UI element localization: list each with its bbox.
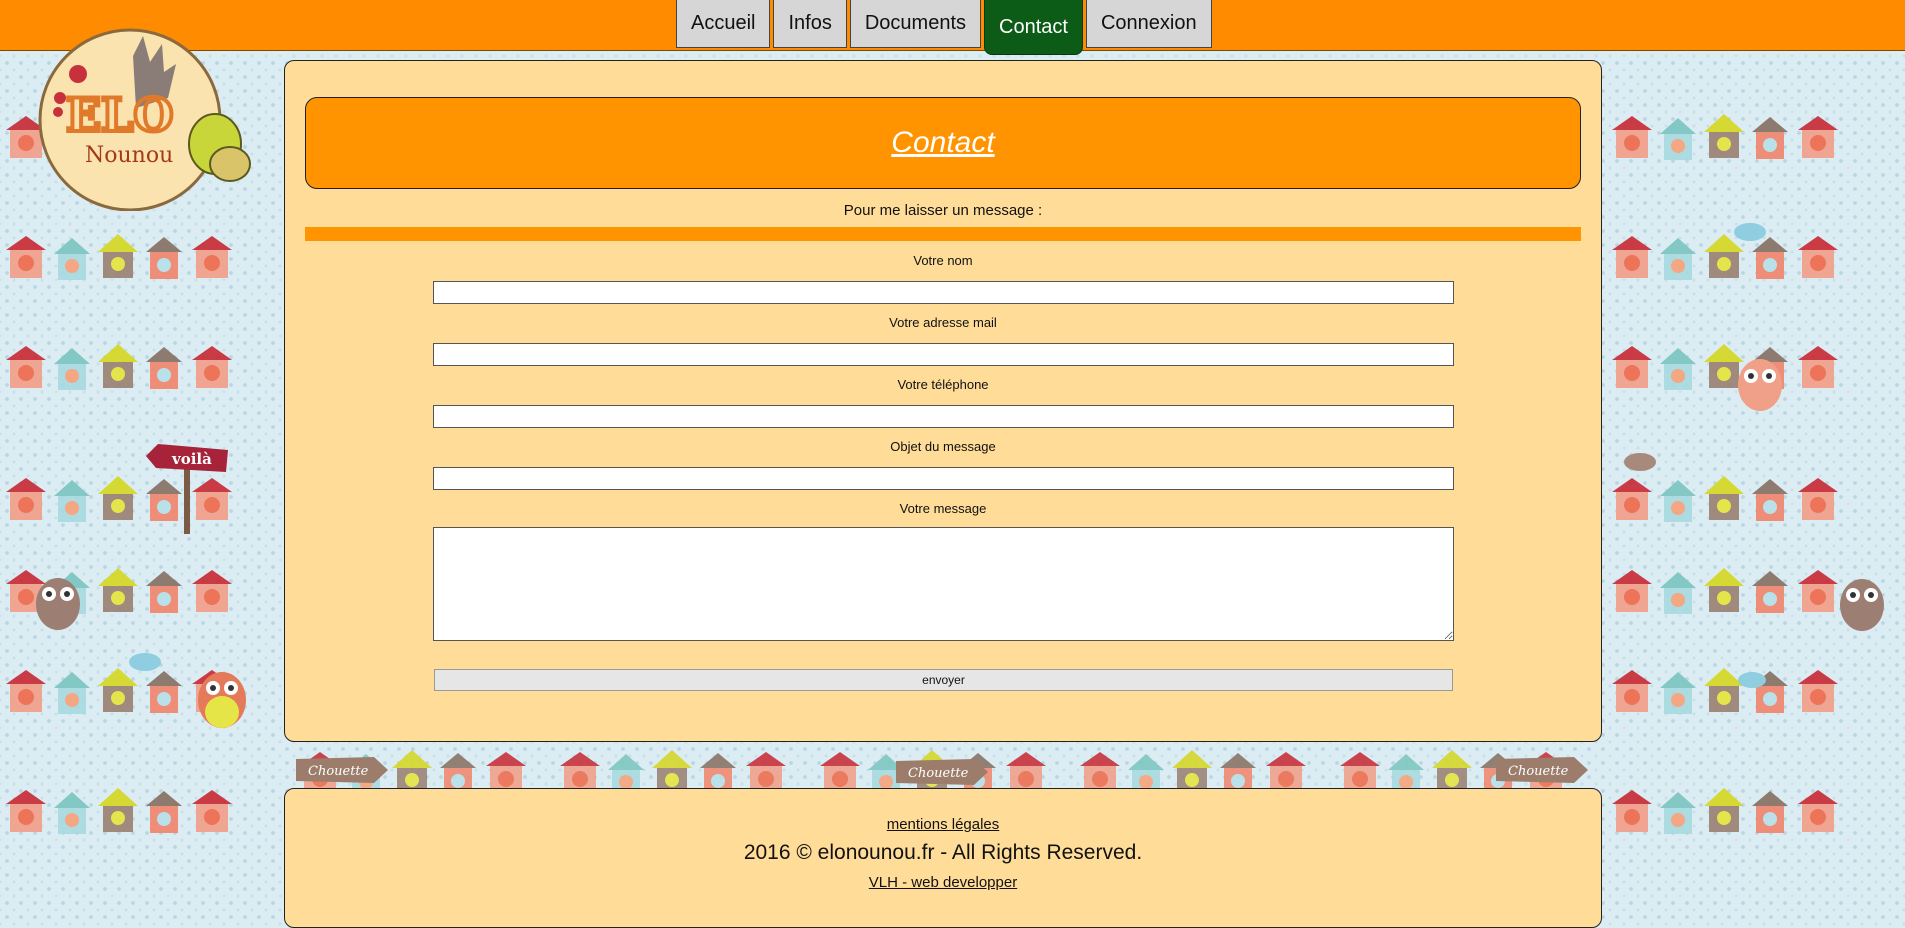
- message-textarea[interactable]: [433, 527, 1454, 641]
- page-title: Contact: [891, 126, 995, 159]
- legal-notice-link[interactable]: mentions légales: [285, 816, 1601, 833]
- chouette-sign-left: Chouette: [296, 757, 388, 783]
- footer: mentions légales 2016 © elonounou.fr - A…: [284, 788, 1602, 928]
- intro-text: Pour me laisser un message :: [843, 202, 1043, 219]
- nav-item-contact[interactable]: Contact: [984, 0, 1083, 55]
- phone-label: Votre téléphone: [897, 377, 989, 392]
- site-logo[interactable]: ELO Nounou: [38, 16, 256, 211]
- voila-sign-text: voilà: [171, 450, 212, 468]
- message-label: Votre message: [899, 501, 987, 516]
- contact-panel: Contact Pour me laisser un message : Vot…: [284, 60, 1602, 742]
- nav-item-infos[interactable]: Infos: [773, 0, 847, 48]
- copyright-text: 2016 © elonounou.fr - All Rights Reserve…: [743, 841, 1143, 864]
- main-nav: Accueil Infos Documents Contact Connexio…: [676, 0, 1215, 55]
- page-header: Contact: [305, 97, 1581, 189]
- email-field[interactable]: [433, 343, 1454, 366]
- send-button[interactable]: envoyer: [434, 669, 1453, 691]
- phone-field[interactable]: [433, 405, 1454, 428]
- name-field[interactable]: [433, 281, 1454, 304]
- chouette-sign-text: Chouette: [908, 766, 969, 781]
- divider-bar: [305, 227, 1581, 241]
- nav-item-connexion[interactable]: Connexion: [1085, 0, 1212, 48]
- logo-letters: ELO: [66, 88, 173, 142]
- top-navigation-bar: Accueil Infos Documents Contact Connexio…: [0, 0, 1905, 55]
- chouette-sign-center: Chouette: [896, 759, 988, 785]
- voila-signpost: voilà: [146, 444, 228, 534]
- subject-label: Objet du message: [890, 439, 996, 454]
- chouette-sign-right: Chouette: [1496, 757, 1588, 783]
- logo-text: Nounou: [85, 143, 173, 168]
- name-label: Votre nom: [913, 253, 973, 268]
- chouette-sign-text: Chouette: [1508, 764, 1569, 779]
- email-label: Votre adresse mail: [889, 315, 997, 330]
- chouette-sign-text: Chouette: [308, 764, 369, 779]
- nav-item-documents[interactable]: Documents: [849, 0, 981, 48]
- developer-link[interactable]: VLH - web developper: [285, 874, 1601, 891]
- subject-field[interactable]: [433, 467, 1454, 490]
- nav-item-accueil[interactable]: Accueil: [676, 0, 771, 48]
